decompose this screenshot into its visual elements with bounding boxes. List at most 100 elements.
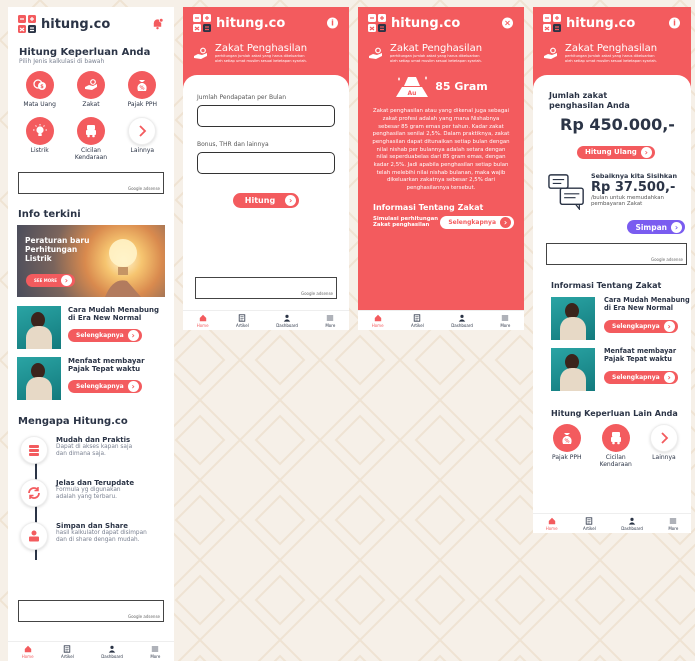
why-item: Jelas dan Terupdate Formula yg digunakan …: [8, 478, 174, 517]
nav-artikel[interactable]: Artikel: [583, 516, 596, 531]
nav-artikel[interactable]: Artikel: [236, 313, 249, 328]
read-more-label: Selengkapnya: [76, 383, 124, 391]
arrow-right-icon: ›: [127, 381, 139, 393]
article-icon: [239, 313, 246, 322]
info-banner[interactable]: Peraturan baru Perhitungan Listrik SEE M…: [17, 224, 165, 297]
article-thumbnail: [551, 348, 595, 392]
app-logo[interactable]: hitung.co: [193, 14, 285, 32]
info-icon[interactable]: i: [668, 17, 681, 30]
why-title: Mudah dan Praktis: [56, 435, 131, 444]
app-logo[interactable]: hitung.co: [368, 14, 460, 32]
bottom-nav: Home Artikel Dashboard More: [8, 641, 174, 661]
nav-dashboard[interactable]: Dashboard: [101, 645, 123, 659]
arrow-right-icon: ›: [640, 146, 652, 158]
bulb-icon: [25, 116, 54, 145]
read-more-button[interactable]: Selengkapnya ›: [604, 320, 678, 333]
arrow-right-icon: ›: [60, 274, 72, 286]
nav-home[interactable]: Home: [372, 314, 384, 328]
calculate-button[interactable]: Hitung ›: [232, 193, 300, 208]
logo-icon: [18, 15, 36, 33]
article-card[interactable]: Cara Mudah Menabung di Era New Normal Se…: [8, 305, 174, 349]
nav-home[interactable]: Home: [22, 645, 34, 659]
bottom-nav: Home Artikel Dashboard More: [358, 310, 524, 330]
nav-more[interactable]: More: [150, 645, 160, 659]
nav-more[interactable]: More: [325, 314, 335, 328]
screen-title: Zakat Penghasilan: [390, 43, 483, 54]
other-categories: % Pajak PPH Cicilan Kendaraan Lainnya: [533, 418, 691, 469]
category-pajak-pph[interactable]: % Pajak PPH: [117, 71, 168, 109]
category-lainnya[interactable]: Lainnya: [117, 116, 168, 162]
gold-value: 85 Gram: [435, 79, 488, 93]
zakat-hand-icon: [369, 47, 382, 59]
nav-label: Dashboard: [621, 525, 643, 531]
ad-banner[interactable]: Google adsense: [546, 243, 687, 266]
nav-label: Home: [196, 322, 209, 328]
logo-icon: [193, 14, 211, 32]
screen-subtitle: perhitungan jumlah zakat yang harus dike…: [565, 54, 657, 63]
user-icon: [283, 314, 291, 322]
close-icon[interactable]: ×: [501, 17, 514, 30]
notification-icon[interactable]: [151, 18, 164, 31]
income-input[interactable]: [197, 105, 335, 127]
nav-label: More: [325, 322, 336, 328]
recalculate-button[interactable]: Hitung Ulang ›: [577, 145, 655, 159]
screen-heading: Zakat Penghasilan perhitungan jumlah zaka…: [358, 39, 524, 63]
category-mata-uang[interactable]: $ Mata Uang: [14, 71, 65, 109]
category-zakat[interactable]: Zakat: [65, 71, 116, 109]
save-button[interactable]: Simpan ›: [627, 220, 685, 235]
category-cicilan-kendaraan[interactable]: Cicilan Kendaraan: [600, 424, 632, 469]
nav-more[interactable]: More: [500, 314, 510, 328]
result-card: Jumlah zakat penghasilan Anda Rp 450.000…: [533, 75, 691, 533]
read-more-label: Selengkapnya: [612, 323, 660, 330]
zakat-hand-icon: [76, 71, 105, 99]
article-icon: [586, 516, 593, 525]
category-cicilan-kendaraan[interactable]: Cicilan Kendaraan: [65, 116, 116, 162]
vehicle-icon: [601, 424, 630, 453]
article-card[interactable]: Cara Mudah Menabung di Era New Normal Se…: [533, 296, 691, 341]
read-more-button[interactable]: Selengkapnya ›: [68, 329, 142, 343]
nav-dashboard[interactable]: Dashboard: [621, 517, 643, 531]
user-icon: [458, 314, 466, 322]
why-description: Dapat di akses kapan saja dan dimana saj…: [56, 443, 133, 457]
article-card[interactable]: Menfaat membayar Pajak Tepat waktu Selen…: [8, 356, 174, 400]
app-logo[interactable]: hitung.co: [18, 15, 110, 33]
home-icon: [199, 314, 206, 321]
nav-home[interactable]: Home: [546, 517, 558, 531]
category-label: Lainnya: [652, 454, 676, 462]
refresh-icon: [20, 478, 48, 507]
nav-home[interactable]: Home: [197, 314, 209, 328]
see-more-button[interactable]: SEE MORE ›: [26, 273, 75, 287]
app-name: hitung.co: [41, 16, 111, 32]
home-icon: [548, 517, 555, 524]
read-more-button[interactable]: Selengkapnya ›: [440, 215, 514, 229]
zakat-hand-icon: [194, 47, 207, 59]
ad-banner[interactable]: Google adsense: [18, 600, 164, 622]
category-listrik[interactable]: Listrik: [14, 116, 65, 162]
nav-more[interactable]: More: [668, 517, 678, 531]
recalculate-label: Hitung Ulang: [585, 148, 637, 157]
nav-artikel[interactable]: Artikel: [411, 313, 424, 328]
simulation-row: Simulasi perhitungan Zakat penghasilan S…: [358, 212, 524, 230]
article-card[interactable]: Menfaat membayar Pajak Tepat waktu Selen…: [533, 347, 691, 392]
read-more-button[interactable]: Selengkapnya ›: [604, 371, 678, 384]
other-section-title: Hitung Keperluan Lain Anda: [551, 409, 678, 419]
arrow-right-icon: ›: [671, 221, 682, 233]
bonus-input[interactable]: [197, 152, 335, 174]
nav-dashboard[interactable]: Dashboard: [451, 314, 473, 328]
category-pajak-pph[interactable]: % Pajak PPH: [552, 424, 582, 469]
app-logo[interactable]: hitung.co: [543, 14, 635, 32]
savings-amount: Rp 37.500,-: [591, 179, 676, 195]
page-subtitle: Pilih Jenis kalkulasi di bawah: [19, 58, 105, 65]
vehicle-icon: [76, 116, 105, 145]
read-more-label: Selengkapnya: [448, 218, 496, 226]
logo-icon: [543, 14, 561, 32]
read-more-button[interactable]: Selengkapnya ›: [68, 380, 142, 394]
nav-artikel[interactable]: Artikel: [61, 644, 74, 659]
nav-dashboard[interactable]: Dashboard: [276, 314, 298, 328]
category-lainnya[interactable]: Lainnya: [649, 424, 678, 469]
arrow-right-icon: ›: [663, 372, 675, 383]
article-title: Menfaat membayar Pajak Tepat waktu: [68, 356, 145, 374]
ad-banner[interactable]: Google adsense: [18, 171, 164, 194]
ad-banner[interactable]: Google adsense: [195, 277, 337, 299]
info-icon[interactable]: i: [326, 17, 339, 30]
